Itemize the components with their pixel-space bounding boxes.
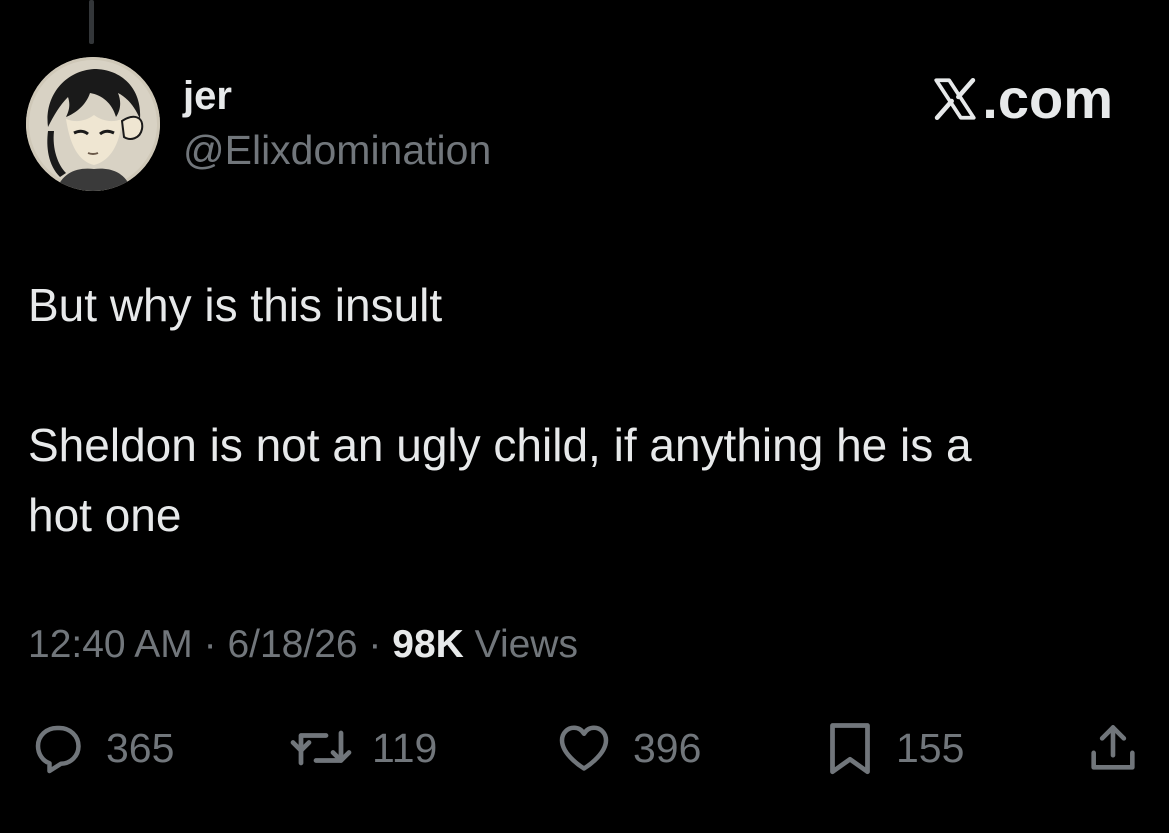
author-display-name[interactable]: jer — [183, 74, 232, 118]
repost-button[interactable]: 119 — [288, 716, 437, 780]
share-button[interactable] — [1084, 716, 1142, 780]
tweet-text-line: hot one — [28, 489, 182, 541]
tweet-meta: 12:40 AM · 6/18/26 · 98K Views — [28, 620, 578, 670]
bookmark-icon — [822, 718, 878, 778]
meta-separator: · — [192, 623, 228, 666]
tweet-text-line: Sheldon is not an ugly child, if anythin… — [28, 419, 972, 471]
views-count[interactable]: 98K — [392, 623, 464, 666]
bookmark-count: 155 — [896, 724, 965, 771]
author-handle[interactable]: @Elixdomination — [183, 126, 491, 174]
reply-button[interactable]: 365 — [28, 716, 174, 780]
like-button[interactable]: 396 — [553, 716, 701, 780]
repost-arrows-icon — [288, 718, 354, 778]
reply-count: 365 — [106, 724, 175, 771]
bookmark-button[interactable]: 155 — [822, 716, 964, 780]
speech-bubble-icon — [28, 718, 88, 778]
meta-separator: · — [357, 623, 393, 666]
action-bar: 365 119 396 155 — [0, 716, 1169, 780]
tweet-time[interactable]: 12:40 AM — [28, 623, 193, 666]
heart-icon — [553, 718, 615, 778]
brand-domain-text: .com — [982, 67, 1113, 130]
like-count: 396 — [633, 724, 702, 771]
thread-connector-line — [89, 0, 94, 44]
repost-count: 119 — [372, 724, 438, 771]
avatar[interactable] — [26, 57, 160, 191]
tweet-text-line: But why is this insult — [28, 279, 443, 331]
tweet-body: But why is this insult Sheldon is not an… — [28, 270, 1128, 550]
x-logo-icon — [930, 74, 980, 124]
share-upload-icon — [1084, 718, 1142, 778]
views-label[interactable]: Views — [464, 623, 578, 666]
brand-logo: .com — [930, 68, 1113, 130]
tweet-date[interactable]: 6/18/26 — [227, 623, 357, 666]
